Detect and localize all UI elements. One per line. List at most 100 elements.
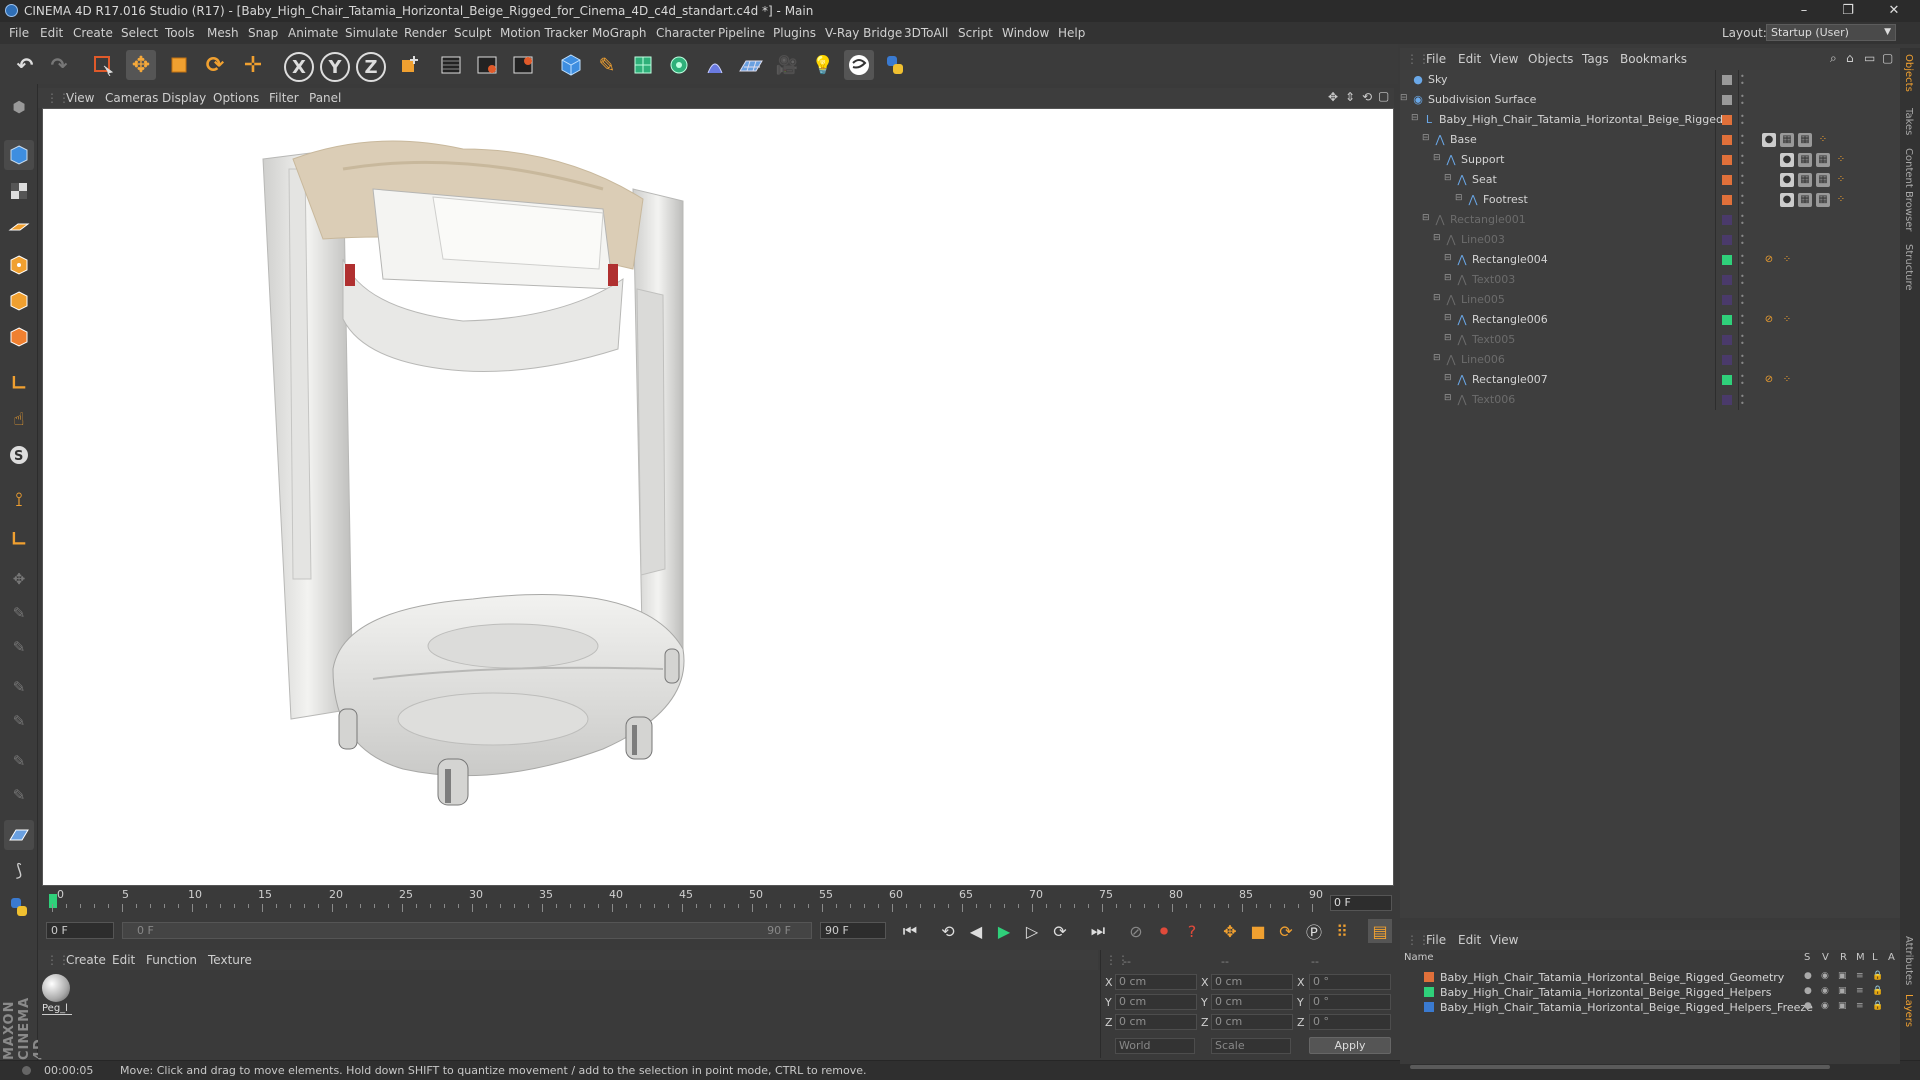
visibility-dots-icon[interactable]: • • bbox=[1740, 333, 1745, 348]
object-row[interactable]: ⊟ ⋀ Footrest • • ● ▦ ▦ ⁘ bbox=[1400, 190, 1900, 210]
material-tag-icon[interactable]: ● bbox=[1780, 153, 1794, 167]
render-view-icon[interactable] bbox=[436, 50, 466, 80]
object-row[interactable]: ⊟ ⋀ Rectangle007 • • ⊘ ⁘ bbox=[1400, 370, 1900, 390]
layer-color-swatch[interactable] bbox=[1722, 175, 1732, 185]
visibility-dots-icon[interactable]: • • bbox=[1740, 353, 1745, 368]
menu-file[interactable]: File bbox=[9, 26, 29, 40]
checker-tag-icon[interactable]: ▦ bbox=[1816, 193, 1830, 207]
python-script-icon[interactable] bbox=[4, 892, 34, 922]
visible-toggle-icon[interactable]: ◉ bbox=[1821, 1001, 1829, 1011]
render-toggle-icon[interactable]: ▣ bbox=[1838, 986, 1847, 996]
size-x-field[interactable]: 0 cm bbox=[1211, 974, 1293, 990]
sculpt-flatten-icon[interactable]: ✎ bbox=[4, 706, 34, 736]
axis-mode-icon[interactable]: ∟ bbox=[4, 368, 34, 398]
undo-icon[interactable]: ↶ bbox=[10, 50, 40, 80]
object-menu-file[interactable]: File bbox=[1426, 52, 1446, 66]
pos-z-field[interactable]: 0 cm bbox=[1115, 1014, 1197, 1030]
tab-takes[interactable]: Takes bbox=[1903, 108, 1914, 135]
layer-color-swatch[interactable] bbox=[1722, 215, 1732, 225]
menu-window[interactable]: Window bbox=[1002, 26, 1049, 40]
menu-character[interactable]: Character bbox=[656, 26, 715, 40]
object-row[interactable]: ⊟ ⋀ Text006 • • bbox=[1400, 390, 1900, 410]
points-mode-icon[interactable] bbox=[4, 250, 34, 280]
viewport-menu-filter[interactable]: Filter bbox=[269, 91, 299, 105]
go-to-next-key-icon[interactable]: ⟳ bbox=[1048, 919, 1072, 943]
expand-toggle-icon[interactable]: ⊟ bbox=[1455, 193, 1463, 203]
visibility-dots-icon[interactable]: • • bbox=[1740, 113, 1745, 128]
layer-row[interactable]: Baby_High_Chair_Tatamia_Horizontal_Beige… bbox=[1400, 1000, 1900, 1015]
object-row[interactable]: ⊟ ⋀ Line006 • • bbox=[1400, 350, 1900, 370]
material-menu-create[interactable]: Create bbox=[66, 953, 106, 967]
transform-tool-icon[interactable]: ✛ bbox=[238, 50, 268, 80]
workplane-icon[interactable]: ∟ bbox=[4, 524, 34, 554]
expand-toggle-icon[interactable]: ⊟ bbox=[1444, 253, 1452, 263]
current-frame-field[interactable]: 0 F bbox=[1330, 895, 1392, 911]
viewport-menu-cameras[interactable]: Cameras bbox=[105, 91, 158, 105]
object-row[interactable]: ● Sky • • bbox=[1400, 70, 1900, 90]
object-menu-edit[interactable]: Edit bbox=[1458, 52, 1481, 66]
ik-tag-icon[interactable]: ⁘ bbox=[1834, 193, 1848, 207]
tab-attributes[interactable]: Attributes bbox=[1903, 936, 1914, 985]
scale-tool-icon[interactable] bbox=[164, 50, 194, 80]
manager-toggle-icon[interactable]: ≡ bbox=[1856, 1001, 1864, 1011]
menu-render[interactable]: Render bbox=[404, 26, 447, 40]
object-row[interactable]: ⊟ ⋀ Line003 • • bbox=[1400, 230, 1900, 250]
size-y-field[interactable]: 0 cm bbox=[1211, 994, 1293, 1010]
render-toggle-icon[interactable]: ▣ bbox=[1838, 971, 1847, 981]
visibility-dots-icon[interactable]: • • bbox=[1740, 93, 1745, 108]
deformer-icon[interactable] bbox=[700, 50, 730, 80]
size-mode-dropdown[interactable]: Scale bbox=[1211, 1038, 1291, 1054]
autokey-icon[interactable]: ⏺ bbox=[1152, 919, 1176, 943]
menu-3dtoall[interactable]: 3DToAll bbox=[904, 26, 948, 40]
lock-toggle-icon[interactable]: 🔒 bbox=[1872, 971, 1883, 981]
coordinate-system-icon[interactable] bbox=[394, 50, 424, 80]
play-icon[interactable]: ▶ bbox=[992, 919, 1016, 943]
object-menu-bookmarks[interactable]: Bookmarks bbox=[1620, 52, 1687, 66]
layer-row[interactable]: Baby_High_Chair_Tatamia_Horizontal_Beige… bbox=[1400, 970, 1900, 985]
ik-tag-icon[interactable]: ⁘ bbox=[1816, 133, 1830, 147]
layer-color-swatch[interactable] bbox=[1722, 95, 1732, 105]
preview-range-slider[interactable]: 0 F 90 F bbox=[122, 922, 812, 939]
ik-tag-icon[interactable]: ⁘ bbox=[1780, 373, 1794, 387]
material-menu-texture[interactable]: Texture bbox=[208, 953, 252, 967]
layer-color-swatch[interactable] bbox=[1424, 972, 1434, 982]
menu-snap[interactable]: Snap bbox=[248, 26, 278, 40]
object-row[interactable]: ⊟ ⋀ Seat • • ● ▦ ▦ ⁘ bbox=[1400, 170, 1900, 190]
go-to-end-icon[interactable]: ⏭ bbox=[1086, 919, 1110, 943]
go-to-previous-key-icon[interactable]: ⟲ bbox=[936, 919, 960, 943]
timeline-window-icon[interactable]: ▤ bbox=[1368, 919, 1392, 943]
manager-toggle-icon[interactable]: ≡ bbox=[1856, 971, 1864, 981]
menu-edit[interactable]: Edit bbox=[40, 26, 63, 40]
layer-menu-edit[interactable]: Edit bbox=[1458, 933, 1481, 947]
expand-toggle-icon[interactable]: ⊟ bbox=[1422, 133, 1430, 143]
menu-plugins[interactable]: Plugins bbox=[773, 26, 816, 40]
viewport-menu-panel[interactable]: Panel bbox=[309, 91, 341, 105]
rot-z-field[interactable]: 0 ° bbox=[1309, 1014, 1391, 1030]
ik-tag-icon[interactable]: ⁘ bbox=[1780, 253, 1794, 267]
ik-tag-icon[interactable]: ⁘ bbox=[1834, 153, 1848, 167]
object-row[interactable]: ⊟ ⋀ Text005 • • bbox=[1400, 330, 1900, 350]
layer-color-swatch[interactable] bbox=[1424, 987, 1434, 997]
render-picture-viewer-icon[interactable] bbox=[472, 50, 502, 80]
key-pla-icon[interactable]: ⠿ bbox=[1330, 919, 1354, 943]
sculpt-pinch-icon[interactable]: ✎ bbox=[4, 780, 34, 810]
object-menu-tags[interactable]: Tags bbox=[1582, 52, 1609, 66]
snapping-icon[interactable]: S bbox=[4, 440, 34, 470]
edges-mode-icon[interactable] bbox=[4, 286, 34, 316]
constraint-tag-icon[interactable]: ⊘ bbox=[1762, 313, 1776, 327]
cube-primitive-icon[interactable] bbox=[556, 50, 586, 80]
ik-tag-icon[interactable]: ⁘ bbox=[1834, 173, 1848, 187]
expand-toggle-icon[interactable]: ⊟ bbox=[1433, 153, 1441, 163]
visible-toggle-icon[interactable]: ◉ bbox=[1821, 971, 1829, 981]
coordinate-mode-dropdown[interactable]: World bbox=[1115, 1038, 1195, 1054]
redo-icon[interactable]: ↷ bbox=[44, 50, 74, 80]
live-selection-icon[interactable] bbox=[88, 50, 118, 80]
make-editable-icon[interactable]: ⬢ bbox=[4, 92, 34, 122]
object-menu-view[interactable]: View bbox=[1490, 52, 1518, 66]
menu-vray-bridge[interactable]: V-Ray Bridge bbox=[825, 26, 902, 40]
sculpt-smooth-icon[interactable]: ✎ bbox=[4, 672, 34, 702]
sculpt-pull-icon[interactable]: ✎ bbox=[4, 598, 34, 628]
minimize-button[interactable]: – bbox=[1782, 0, 1826, 22]
visibility-dots-icon[interactable]: • • bbox=[1740, 273, 1745, 288]
constraint-tag-icon[interactable]: ⊘ bbox=[1762, 253, 1776, 267]
